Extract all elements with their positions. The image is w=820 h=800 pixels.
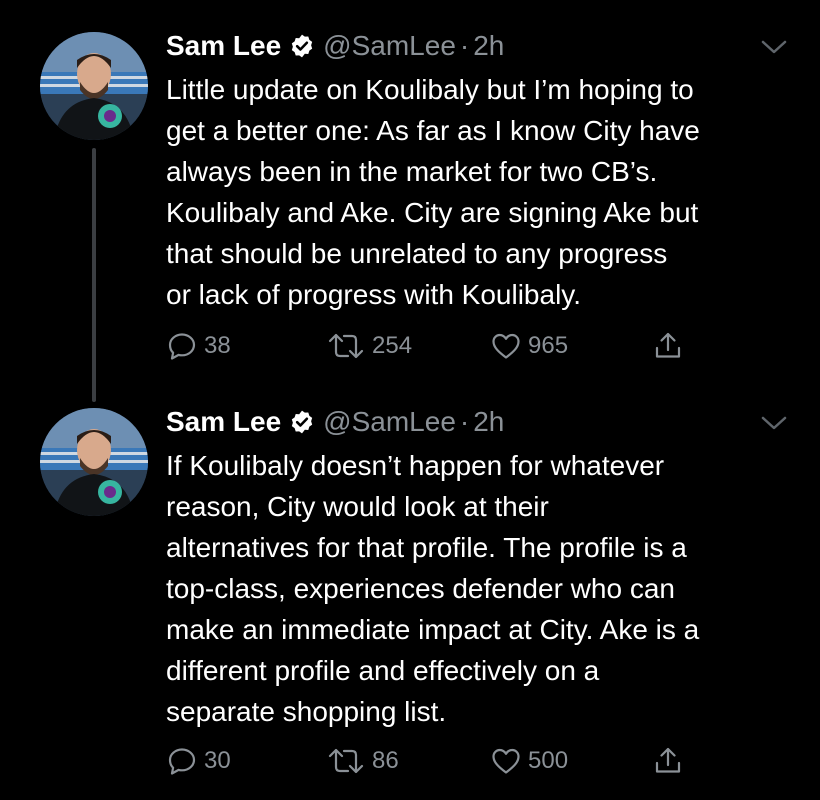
thread-line	[92, 148, 96, 402]
verified-badge-icon	[289, 33, 315, 59]
action-bar: 30 86 500	[166, 741, 726, 781]
share-icon	[652, 745, 684, 777]
timestamp[interactable]: 2h	[473, 402, 504, 442]
reply-button[interactable]: 38	[166, 326, 231, 366]
heart-icon	[490, 745, 522, 777]
tweet-text: If Koulibaly doesn’t happen for whatever…	[166, 450, 700, 727]
retweet-button[interactable]: 254	[326, 326, 412, 366]
heart-icon	[490, 330, 522, 362]
avatar[interactable]	[40, 408, 148, 516]
chevron-down-icon[interactable]	[760, 38, 788, 56]
like-count: 500	[528, 747, 569, 774]
like-button[interactable]: 500	[490, 741, 568, 781]
reply-icon	[166, 330, 198, 362]
tweet-text: Little update on Koulibaly but I’m hopin…	[166, 74, 700, 310]
avatar[interactable]	[40, 32, 148, 140]
tweet[interactable]: Sam Lee @SamLee · 2h If Koulibaly doesn’…	[0, 390, 820, 800]
display-name[interactable]: Sam Lee	[166, 26, 281, 66]
separator-dot: ·	[459, 30, 470, 61]
retweet-count: 254	[372, 332, 413, 359]
reply-icon	[166, 745, 198, 777]
share-icon	[652, 330, 684, 362]
retweet-icon	[326, 745, 366, 777]
share-button[interactable]	[652, 326, 684, 366]
reply-button[interactable]: 30	[166, 741, 231, 781]
avatar-photo-icon	[40, 32, 148, 140]
share-button[interactable]	[652, 741, 684, 781]
reply-count: 38	[204, 332, 231, 359]
reply-count: 30	[204, 747, 231, 774]
tweet[interactable]: Sam Lee @SamLee · 2h Little update on Ko…	[0, 0, 820, 402]
retweet-button[interactable]: 86	[326, 741, 399, 781]
verified-badge-icon	[289, 409, 315, 435]
display-name[interactable]: Sam Lee	[166, 402, 281, 442]
tweet-header: Sam Lee @SamLee · 2h	[166, 26, 504, 66]
chevron-down-icon[interactable]	[760, 414, 788, 432]
action-bar: 38 254 965	[166, 326, 726, 366]
separator-dot: ·	[459, 406, 470, 437]
handle[interactable]: @SamLee	[323, 402, 456, 442]
tweet-header: Sam Lee @SamLee · 2h	[166, 402, 504, 442]
like-count: 965	[528, 332, 569, 359]
like-button[interactable]: 965	[490, 326, 568, 366]
retweet-count: 86	[372, 747, 399, 774]
retweet-icon	[326, 330, 366, 362]
timestamp[interactable]: 2h	[473, 26, 504, 66]
handle[interactable]: @SamLee	[323, 26, 456, 66]
avatar-photo-icon	[40, 408, 148, 516]
